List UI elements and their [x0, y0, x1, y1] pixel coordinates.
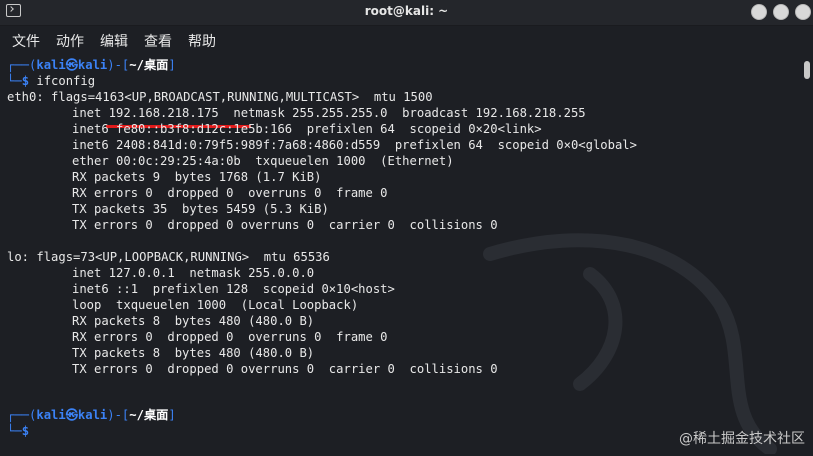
lo-loop: loop txqueuelen 1000 (Local Loopback): [72, 298, 359, 312]
menu-help[interactable]: 帮助: [188, 31, 216, 51]
menu-view[interactable]: 查看: [144, 31, 172, 51]
menu-bar: 文件 动作 编辑 查看 帮助: [0, 26, 813, 54]
lo-header: lo: flags=73<UP,LOOPBACK,RUNNING> mtu 65…: [7, 250, 330, 264]
eth0-inet: inet 192.168.218.175 netmask 255.255.255…: [72, 106, 586, 120]
lo-tx-packets: TX packets 8 bytes 480 (480.0 B): [72, 346, 315, 360]
minimize-button[interactable]: [751, 4, 767, 20]
lo-rx-errors: RX errors 0 dropped 0 overruns 0 frame 0: [72, 330, 388, 344]
menu-actions[interactable]: 动作: [56, 31, 84, 51]
close-button[interactable]: [795, 4, 811, 20]
lo-inet: inet 127.0.0.1 netmask 255.0.0.0: [72, 266, 315, 280]
eth0-rx-packets: RX packets 9 bytes 1768 (1.7 KiB): [72, 170, 322, 184]
menu-edit[interactable]: 编辑: [100, 31, 128, 51]
window-title: root@kali: ~: [364, 4, 449, 18]
eth0-inet6-global: inet6 2408:841d:0:79f5:989f:7a68:4860:d5…: [72, 138, 637, 152]
eth0-ether: ether 00:0c:29:25:4a:0b txqueuelen 1000 …: [72, 154, 454, 168]
eth0-tx-errors: TX errors 0 dropped 0 overruns 0 carrier…: [72, 218, 498, 232]
title-bar: root@kali: ~: [0, 0, 813, 26]
lo-tx-errors: TX errors 0 dropped 0 overruns 0 carrier…: [72, 362, 498, 376]
site-watermark: @稀土掘金技术社区: [679, 431, 805, 447]
eth0-tx-packets: TX packets 35 bytes 5459 (5.3 KiB): [72, 202, 329, 216]
kali-dragon-watermark: [483, 233, 777, 454]
command-line: └─$ ifconfig: [7, 74, 96, 88]
terminal-output[interactable]: ┌──(kali㉿kali)-[~/桌面] └─$ ifconfig eth0:…: [0, 54, 800, 456]
active-prompt[interactable]: └─$: [7, 423, 29, 439]
eth0-inet6-link: inet6 fe80::b3f8:d12c:1e5b:166 prefixlen…: [72, 122, 542, 136]
eth0-rx-errors: RX errors 0 dropped 0 overruns 0 frame 0: [72, 186, 388, 200]
maximize-button[interactable]: [773, 4, 789, 20]
menu-file[interactable]: 文件: [12, 31, 40, 51]
scrollbar[interactable]: [800, 54, 813, 456]
prompt-line-1: ┌──(kali㉿kali)-[~/桌面]: [7, 58, 176, 72]
prompt-line-2: ┌──(kali㉿kali)-[~/桌面]: [7, 408, 176, 422]
lo-inet6: inet6 ::1 prefixlen 128 scopeid 0×10<hos…: [72, 282, 395, 296]
eth0-header: eth0: flags=4163<UP,BROADCAST,RUNNING,MU…: [7, 90, 433, 104]
lo-rx-packets: RX packets 8 bytes 480 (480.0 B): [72, 314, 315, 328]
scrollbar-thumb[interactable]: [804, 61, 810, 79]
